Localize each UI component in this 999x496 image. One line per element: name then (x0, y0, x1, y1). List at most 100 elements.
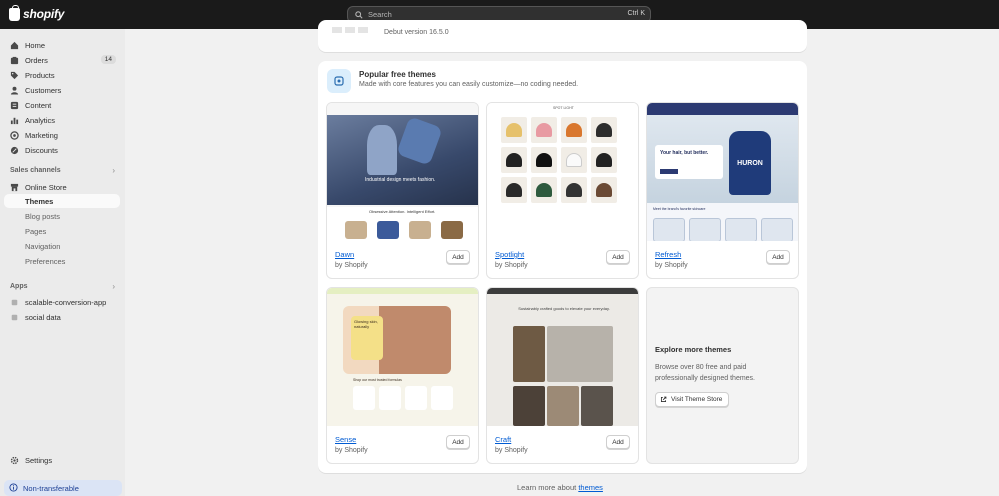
refresh-bottle: HURON (729, 131, 771, 195)
add-theme-button[interactable]: Add (606, 435, 630, 449)
themes-help-link[interactable]: themes (578, 483, 603, 492)
sidebar-item-label: Online Store (25, 182, 67, 192)
theme-card-refresh[interactable]: Your hair, but better. HURON Meet the br… (646, 102, 799, 279)
visit-theme-store-label: Visit Theme Store (671, 396, 723, 403)
visit-theme-store-button[interactable]: Visit Theme Store (655, 392, 730, 407)
sidebar-item-label: Customers (25, 85, 62, 95)
sidebar-item-customers[interactable]: Customers (4, 83, 120, 97)
current-theme-card: Debut version 16.5.0 (318, 20, 807, 52)
theme-author: by Shopify (495, 447, 528, 454)
theme-name[interactable]: Sense (335, 435, 356, 444)
popular-themes-card: Popular free themes Made with core featu… (318, 61, 807, 473)
theme-name[interactable]: Craft (495, 435, 511, 444)
theme-preview-dawn[interactable]: Industrial design meets fashion. Obsessi… (327, 103, 478, 241)
learn-more-footer: Learn more about themes (517, 483, 603, 492)
sidebar-item-online-store[interactable]: Online Store (4, 180, 120, 194)
home-icon (10, 41, 19, 50)
sidebar-item-discounts[interactable]: Discounts (4, 143, 120, 157)
refresh-hero-text: Your hair, but better. (660, 150, 709, 156)
learn-more-text: Learn more about (517, 483, 577, 492)
sidebar-item-blog-posts[interactable]: Blog posts (25, 212, 60, 221)
chevron-right-icon[interactable]: › (112, 166, 115, 175)
sidebar: Home Orders 14 Products Customers Conten… (0, 29, 125, 496)
external-link-icon (660, 396, 667, 403)
sidebar-item-settings[interactable]: Settings (4, 453, 120, 467)
sense-section-text: Shop our most trusted formulas (353, 378, 402, 382)
explore-description: Browse over 80 free and paid professiona… (655, 364, 756, 382)
sidebar-item-label: Settings (25, 455, 53, 465)
sidebar-item-scalable-conversion-app[interactable]: scalable-conversion-app (4, 295, 120, 309)
chevron-right-icon[interactable]: › (112, 282, 115, 291)
sidebar-item-analytics[interactable]: Analytics (4, 113, 120, 127)
theme-name[interactable]: Dawn (335, 250, 354, 259)
info-icon (9, 482, 18, 494)
explore-title: Explore more themes (655, 345, 732, 354)
popular-themes-subtitle: Made with core features you can easily c… (359, 81, 579, 88)
theme-preview-refresh[interactable]: Your hair, but better. HURON Meet the br… (647, 103, 798, 241)
apps-heading: Apps (10, 283, 28, 290)
theme-palette-icon (327, 69, 351, 93)
add-theme-button[interactable]: Add (446, 250, 470, 264)
craft-hero-text: Sustainably crafted goods to elevate you… (518, 306, 610, 311)
refresh-section: Meet the brand's favorite skincare (647, 203, 798, 241)
sidebar-item-label: Analytics (25, 115, 56, 125)
theme-card-sense[interactable]: Glowing skin, naturally Shop our most tr… (326, 287, 479, 464)
sidebar-item-home[interactable]: Home (4, 38, 120, 52)
non-transferable-banner[interactable]: Non-transferable (4, 480, 122, 496)
store-icon (10, 183, 19, 192)
theme-author: by Shopify (335, 262, 368, 269)
dawn-hero-image: Industrial design meets fashion. (327, 115, 478, 205)
content-icon (10, 101, 19, 110)
sidebar-item-themes[interactable]: Themes (4, 194, 120, 208)
search-placeholder: Search (368, 10, 392, 19)
sidebar-item-orders[interactable]: Orders 14 (4, 53, 120, 67)
theme-preview-sense[interactable]: Glowing skin, naturally Shop our most tr… (327, 288, 478, 426)
orders-icon (10, 56, 19, 65)
sense-hero-text: Glowing skin, naturally (351, 316, 383, 360)
theme-name[interactable]: Spotlight (495, 250, 524, 259)
sidebar-item-navigation[interactable]: Navigation (25, 242, 60, 251)
brand-name: shopify (23, 7, 65, 21)
theme-name[interactable]: Refresh (655, 250, 681, 259)
sidebar-item-label: Content (25, 100, 52, 110)
current-theme-thumbnails (332, 27, 368, 33)
theme-version: Debut version 16.5.0 (384, 29, 449, 36)
theme-card-dawn[interactable]: Industrial design meets fashion. Obsessi… (326, 102, 479, 279)
add-theme-button[interactable]: Add (766, 250, 790, 264)
popular-themes-title: Popular free themes (359, 70, 436, 79)
sidebar-item-preferences[interactable]: Preferences (25, 257, 65, 266)
spotlight-product-grid (501, 117, 617, 203)
orders-count-badge: 14 (100, 55, 116, 64)
shopify-logo[interactable]: shopify (9, 4, 65, 21)
sidebar-item-label: Themes (25, 196, 54, 206)
chart-icon (10, 116, 19, 125)
app-icon (10, 298, 19, 307)
non-transferable-label: Non-transferable (23, 483, 79, 493)
tag-icon (10, 71, 19, 80)
theme-card-craft[interactable]: Sustainably crafted goods to elevate you… (486, 287, 639, 464)
person-icon (10, 86, 19, 95)
theme-preview-craft[interactable]: Sustainably crafted goods to elevate you… (487, 288, 638, 426)
theme-card-spotlight[interactable]: SPOT LIGHT Spotlight by Shopify Add (486, 102, 639, 279)
sidebar-item-label: Orders (25, 55, 48, 65)
refresh-section-text: Meet the brand's favorite skincare (653, 207, 706, 211)
add-theme-button[interactable]: Add (606, 250, 630, 264)
sidebar-item-pages[interactable]: Pages (25, 227, 46, 236)
refresh-hero-image: Your hair, but better. HURON (647, 115, 798, 203)
sidebar-item-products[interactable]: Products (4, 68, 120, 82)
spotlight-logo-text: SPOT LIGHT (553, 106, 574, 110)
target-icon (10, 130, 19, 140)
theme-author: by Shopify (335, 447, 368, 454)
theme-preview-spotlight[interactable]: SPOT LIGHT (487, 103, 638, 241)
discount-icon (10, 146, 19, 155)
sidebar-item-social-data[interactable]: social data (4, 310, 120, 324)
sidebar-item-label: social data (25, 312, 61, 322)
sidebar-item-content[interactable]: Content (4, 98, 120, 112)
sidebar-item-marketing[interactable]: Marketing (4, 128, 120, 142)
add-theme-button[interactable]: Add (446, 435, 470, 449)
sense-hero-image: Glowing skin, naturally (343, 306, 451, 374)
search-icon (355, 10, 363, 19)
theme-author: by Shopify (495, 262, 528, 269)
app-icon (10, 313, 19, 322)
sidebar-item-label: scalable-conversion-app (25, 297, 107, 307)
